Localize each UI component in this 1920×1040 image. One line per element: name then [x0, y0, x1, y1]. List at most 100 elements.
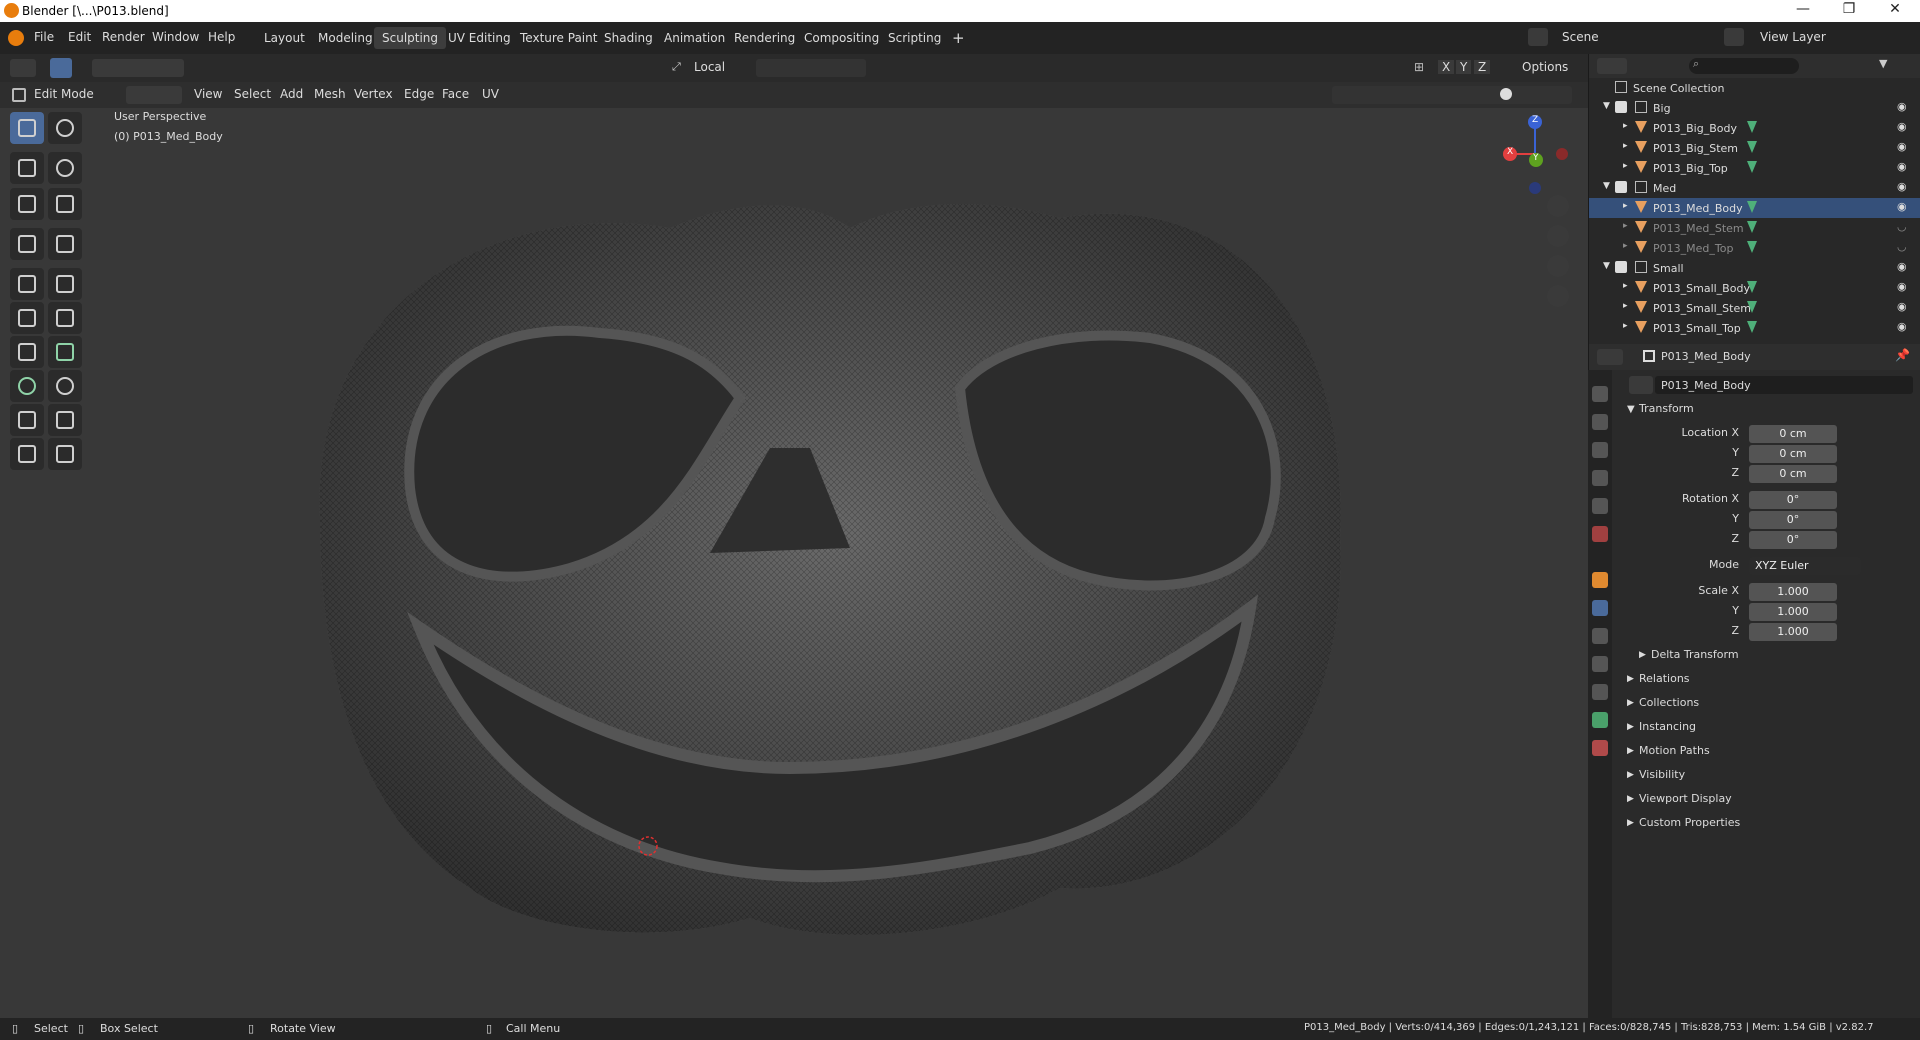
- visibility-eye-icon[interactable]: ◡: [1897, 220, 1907, 233]
- particles-tab-icon[interactable]: [1592, 628, 1608, 644]
- modifier-tab-icon[interactable]: [1592, 600, 1608, 616]
- material-tab-icon[interactable]: [1592, 740, 1608, 756]
- add-workspace-button[interactable]: +: [944, 25, 973, 47]
- edge-slide-tool-icon[interactable]: [10, 404, 44, 436]
- scene-name[interactable]: Scene: [1562, 30, 1599, 44]
- mesh-data-icon[interactable]: [1747, 221, 1757, 233]
- section-expand-icon[interactable]: ▶: [1627, 698, 1634, 708]
- expand-icon[interactable]: ▸: [1623, 141, 1628, 151]
- options-dropdown[interactable]: Options: [1522, 60, 1568, 74]
- constraints-tab-icon[interactable]: [1592, 684, 1608, 700]
- viewlayer-icon[interactable]: [1724, 28, 1744, 46]
- outliner-row-object[interactable]: ▸ P013_Med_Body ◉: [1589, 198, 1920, 218]
- outliner-row-object[interactable]: ▸ P013_Med_Top ◡: [1589, 238, 1920, 258]
- outliner-row-collection[interactable]: ▼ Small ◉: [1589, 258, 1920, 278]
- collapse-icon[interactable]: ▼: [1603, 101, 1610, 111]
- mesh-data-icon[interactable]: [1747, 241, 1757, 253]
- scene-tab-icon[interactable]: [1592, 498, 1608, 514]
- rotation-y-field[interactable]: 0°: [1749, 511, 1837, 529]
- section-expand-icon[interactable]: ▶: [1627, 746, 1634, 756]
- menu-face[interactable]: Face: [442, 87, 469, 101]
- filter-icon[interactable]: ▼: [1879, 57, 1887, 70]
- select-box-tool-icon[interactable]: [10, 112, 44, 144]
- delta-expand-icon[interactable]: ▶: [1639, 650, 1646, 660]
- visibility-eye-icon[interactable]: ◉: [1897, 260, 1907, 273]
- cursor-tool-icon[interactable]: [48, 112, 82, 144]
- exclude-checkbox[interactable]: [1615, 261, 1627, 273]
- expand-icon[interactable]: ▸: [1623, 121, 1628, 131]
- visibility-eye-icon[interactable]: ◉: [1897, 100, 1907, 113]
- editor-type-icon[interactable]: [10, 59, 36, 77]
- menu-select[interactable]: Select: [234, 87, 271, 101]
- overlay-shading-controls[interactable]: [1332, 86, 1572, 104]
- scale-x-field[interactable]: 1.000: [1749, 583, 1837, 601]
- tab-texture-paint[interactable]: Texture Paint: [512, 27, 605, 49]
- location-x-field[interactable]: 0 cm: [1749, 425, 1837, 443]
- menu-help[interactable]: Help: [208, 30, 235, 44]
- tab-shading[interactable]: Shading: [596, 27, 661, 49]
- expand-icon[interactable]: ▸: [1623, 301, 1628, 311]
- tab-uv-editing[interactable]: UV Editing: [440, 27, 519, 49]
- expand-icon[interactable]: ▸: [1623, 161, 1628, 171]
- section-expand-icon[interactable]: ▶: [1627, 674, 1634, 684]
- rotation-x-field[interactable]: 0°: [1749, 491, 1837, 509]
- expand-icon[interactable]: ▸: [1623, 321, 1628, 331]
- tab-animation[interactable]: Animation: [656, 27, 733, 49]
- tab-modeling[interactable]: Modeling: [310, 27, 381, 49]
- visibility-eye-icon[interactable]: ◉: [1897, 200, 1907, 213]
- scale-tool-icon[interactable]: [10, 188, 44, 220]
- rotation-z-field[interactable]: 0°: [1749, 531, 1837, 549]
- outliner-row-object[interactable]: ▸ P013_Small_Top ◉: [1589, 318, 1920, 338]
- physics-tab-icon[interactable]: [1592, 656, 1608, 672]
- visibility-eye-icon[interactable]: ◉: [1897, 120, 1907, 133]
- 3d-viewport[interactable]: User Perspective (0) P013_Med_Body: [0, 108, 1588, 1018]
- location-z-field[interactable]: 0 cm: [1749, 465, 1837, 483]
- world-tab-icon[interactable]: [1592, 526, 1608, 542]
- expand-icon[interactable]: ▸: [1623, 281, 1628, 291]
- visibility-eye-icon[interactable]: ◡: [1897, 240, 1907, 253]
- measure-tool-icon[interactable]: [48, 228, 82, 260]
- tab-layout[interactable]: Layout: [256, 27, 313, 49]
- output-tab-icon[interactable]: [1592, 442, 1608, 458]
- transform-expand-icon[interactable]: ▼: [1627, 404, 1635, 415]
- close-button[interactable]: ✕: [1872, 1, 1918, 21]
- scale-y-field[interactable]: 1.000: [1749, 603, 1837, 621]
- maximize-button[interactable]: ❐: [1826, 1, 1872, 21]
- pin-icon[interactable]: 📌: [1895, 348, 1910, 362]
- visibility-eye-icon[interactable]: ◉: [1897, 180, 1907, 193]
- shrink-fatten-tool-icon[interactable]: [48, 404, 82, 436]
- visibility-eye-icon[interactable]: ◉: [1897, 140, 1907, 153]
- view-layer-tab-icon[interactable]: [1592, 470, 1608, 486]
- smooth-tool-icon[interactable]: [48, 370, 82, 402]
- location-y-field[interactable]: 0 cm: [1749, 445, 1837, 463]
- outliner-row-object[interactable]: ▸ P013_Small_Body ◉: [1589, 278, 1920, 298]
- rip-tool-icon[interactable]: [48, 438, 82, 470]
- menu-add[interactable]: Add: [280, 87, 303, 101]
- shear-tool-icon[interactable]: [10, 438, 44, 470]
- menu-file[interactable]: File: [34, 30, 54, 44]
- rotate-tool-icon[interactable]: [48, 152, 82, 184]
- loop-cut-tool-icon[interactable]: [48, 302, 82, 334]
- outliner-row-collection[interactable]: ▼ Med ◉: [1589, 178, 1920, 198]
- data-tab-icon[interactable]: [1592, 712, 1608, 728]
- outliner-search-input[interactable]: [1689, 58, 1799, 74]
- transform-orientation-dropdown[interactable]: Local: [694, 60, 725, 74]
- visibility-eye-icon[interactable]: ◉: [1897, 320, 1907, 333]
- mesh-data-icon[interactable]: [1747, 161, 1757, 173]
- mode-dropdown[interactable]: Edit Mode: [34, 87, 94, 101]
- menu-edge[interactable]: Edge: [404, 87, 434, 101]
- outliner-row-collection[interactable]: ▼ Big ◉: [1589, 98, 1920, 118]
- tab-scripting[interactable]: Scripting: [880, 27, 949, 49]
- poly-build-tool-icon[interactable]: [48, 336, 82, 368]
- collapse-icon[interactable]: ▼: [1603, 261, 1610, 271]
- mirror-y-toggle[interactable]: Y: [1456, 60, 1472, 74]
- solid-shading-icon[interactable]: [1500, 88, 1512, 100]
- menu-window[interactable]: Window: [152, 30, 199, 44]
- move-tool-icon[interactable]: [10, 152, 44, 184]
- scene-icon[interactable]: [1528, 28, 1548, 46]
- exclude-checkbox[interactable]: [1615, 181, 1627, 193]
- expand-icon[interactable]: ▸: [1623, 221, 1628, 231]
- object-type-icon[interactable]: [1629, 376, 1653, 394]
- transform-tool-icon[interactable]: [48, 188, 82, 220]
- mirror-x-toggle[interactable]: X: [1438, 60, 1455, 74]
